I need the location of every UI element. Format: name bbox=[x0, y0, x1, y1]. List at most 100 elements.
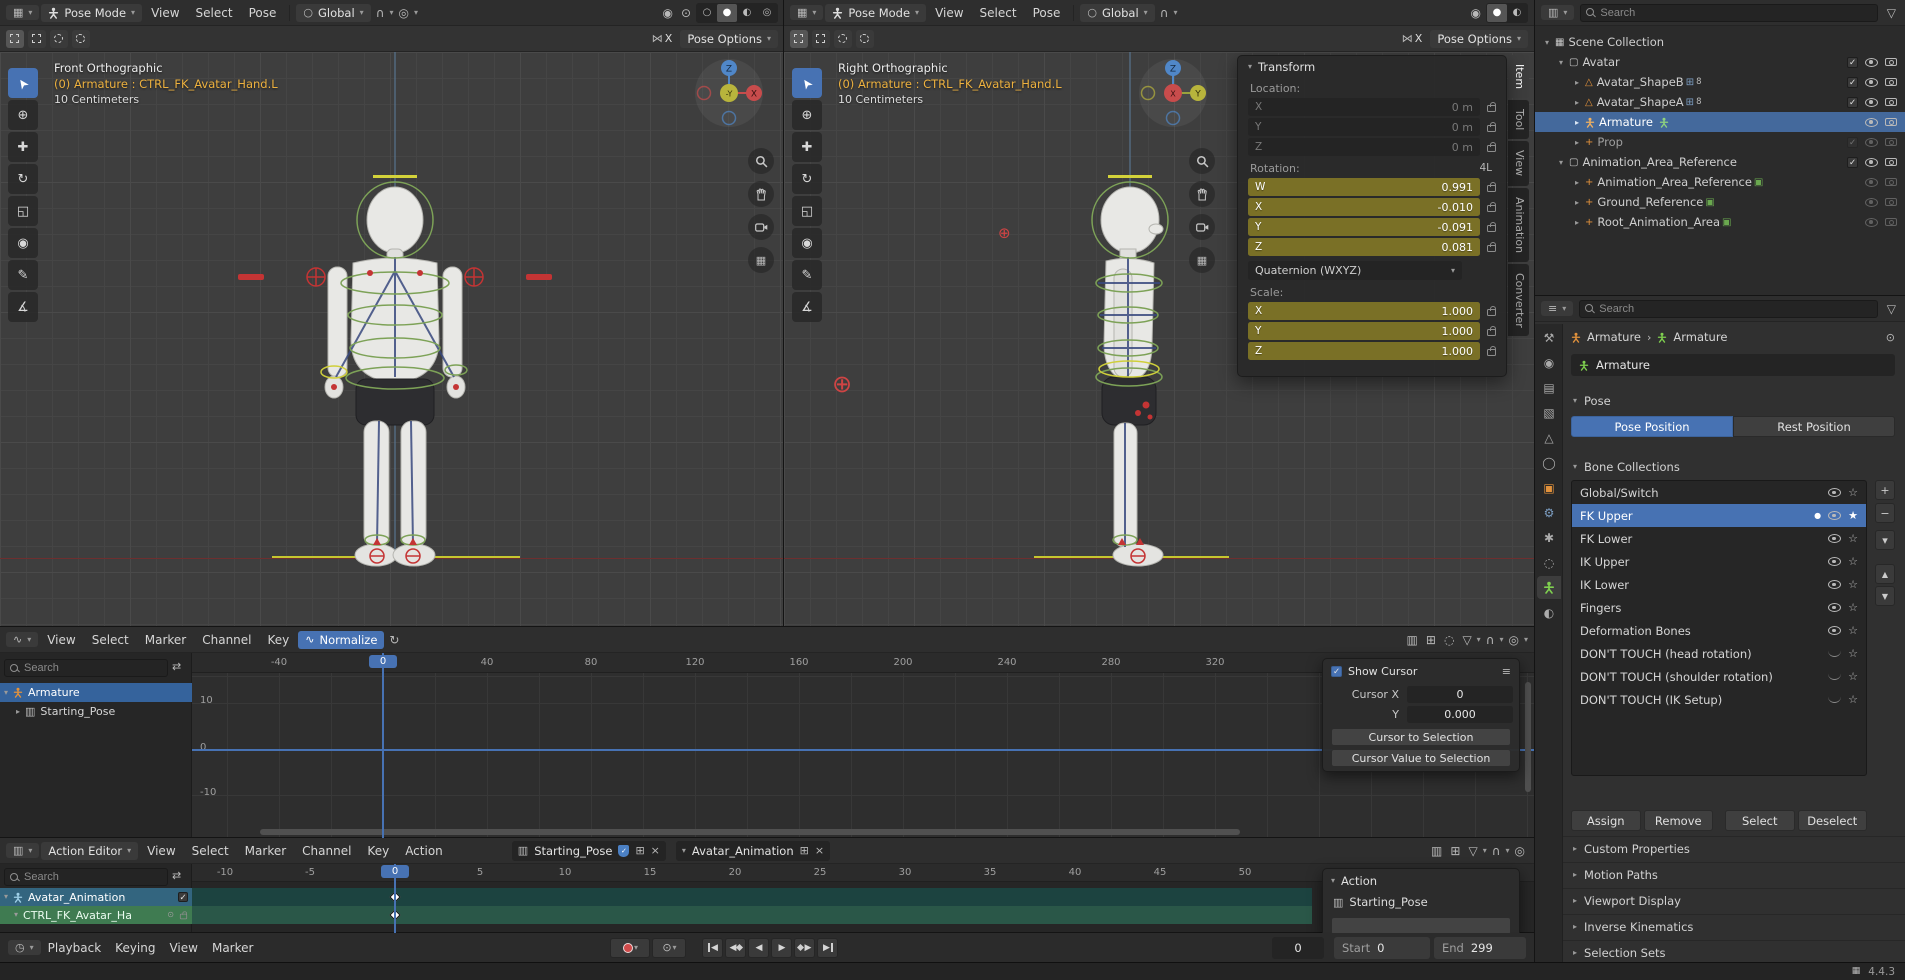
tab-material[interactable]: ◐ bbox=[1537, 601, 1561, 624]
pose-menu[interactable]: Pose bbox=[242, 4, 284, 22]
outliner-row-avatar-shapeb[interactable]: ▸△Avatar_ShapeB ⊞8 ✓ bbox=[1535, 72, 1905, 92]
cursor-to-selection-button[interactable]: Cursor to Selection bbox=[1331, 728, 1511, 746]
tab-object[interactable]: ▣ bbox=[1537, 476, 1561, 499]
render-camera-icon[interactable] bbox=[1885, 218, 1897, 226]
copy-icon[interactable]: ⊞ bbox=[1423, 631, 1439, 649]
channel-avatar-animation[interactable]: ▾ Avatar_Animation ✓ bbox=[0, 888, 192, 906]
tool-cursor[interactable]: ⊕ bbox=[792, 100, 822, 130]
filter-funnel-icon[interactable]: ▽ bbox=[1884, 300, 1899, 318]
tab-scene[interactable]: △ bbox=[1537, 426, 1561, 449]
current-frame-field[interactable]: 0 bbox=[1272, 937, 1324, 959]
unlink-slot-icon[interactable]: × bbox=[815, 845, 824, 856]
selectable-checkbox[interactable]: ✓ bbox=[1847, 97, 1858, 108]
play-button[interactable]: ▶ bbox=[771, 938, 792, 958]
lock-icon[interactable] bbox=[1487, 309, 1496, 316]
outliner-row-root-animation-area[interactable]: ▸+Root_Animation_Area ▣ bbox=[1535, 212, 1905, 232]
lock-icon[interactable] bbox=[1487, 125, 1496, 132]
action-menu[interactable]: Action bbox=[398, 842, 450, 860]
shading-material-icon[interactable]: ◐ bbox=[1507, 4, 1527, 22]
lock-icon[interactable] bbox=[1487, 349, 1496, 356]
action-datablock-selector[interactable]: ▥ Starting_Pose ✓ ⊞ × bbox=[512, 841, 666, 861]
view-menu[interactable]: View bbox=[140, 842, 182, 860]
lock-icon[interactable] bbox=[1487, 205, 1496, 212]
hide-eye-icon[interactable] bbox=[1865, 158, 1878, 167]
snap-dropdown-icon[interactable]: ▾ bbox=[389, 9, 393, 17]
rotation-x-field[interactable]: X-0.010 bbox=[1248, 198, 1480, 216]
rotation-y-field[interactable]: Y-0.091 bbox=[1248, 218, 1480, 236]
channel-ctrl-fk-hand[interactable]: ▾ CTRL_FK_Avatar_Ha ⊙ bbox=[0, 906, 192, 924]
chevron-down-icon[interactable]: ▾ bbox=[1524, 636, 1528, 644]
view-menu[interactable]: View bbox=[162, 939, 204, 957]
tab-modifiers[interactable]: ⚙ bbox=[1537, 501, 1561, 524]
action-panel-clipped-row[interactable] bbox=[1331, 917, 1511, 933]
render-camera-icon[interactable] bbox=[1885, 198, 1897, 206]
duplicate-slot-icon[interactable]: ⊞ bbox=[800, 845, 809, 856]
unlink-action-icon[interactable]: × bbox=[651, 845, 660, 856]
playhead-sync-icon[interactable]: ▥ bbox=[1404, 631, 1421, 649]
frame-start-field[interactable]: Start0 bbox=[1334, 937, 1430, 959]
keying-set-button[interactable]: ⊙▾ bbox=[652, 938, 686, 958]
bone-collection-row[interactable]: DON'T TOUCH (head rotation)☆ bbox=[1572, 642, 1866, 665]
pose-section-header[interactable]: ▾Pose bbox=[1573, 394, 1611, 408]
channel-menu[interactable]: Channel bbox=[195, 631, 258, 649]
remove-button[interactable]: Remove bbox=[1644, 810, 1714, 831]
select-button[interactable]: Select bbox=[1725, 810, 1795, 831]
editor-type-button[interactable]: ◷▾ bbox=[8, 940, 41, 955]
tab-tool[interactable]: ⚒ bbox=[1537, 326, 1561, 349]
pin-icon[interactable]: ⊙ bbox=[167, 911, 174, 919]
key-menu[interactable]: Key bbox=[360, 842, 396, 860]
tool-scale[interactable]: ◱ bbox=[8, 196, 38, 226]
cursor-y-field[interactable]: 0.000 bbox=[1407, 706, 1513, 723]
editor-type-button[interactable]: ▦▾ bbox=[6, 5, 39, 20]
jump-to-end-button[interactable]: ▶ bbox=[817, 938, 838, 958]
tab-animation[interactable]: Animation bbox=[1508, 188, 1529, 262]
editor-type-button[interactable]: ▦▾ bbox=[790, 5, 823, 20]
auto-keying-button[interactable]: ▾ bbox=[610, 938, 650, 958]
character-front[interactable] bbox=[230, 165, 560, 605]
visibility-eye-closed-icon[interactable] bbox=[1828, 696, 1841, 703]
shading-material-icon[interactable]: ◐ bbox=[737, 4, 757, 22]
next-keyframe-button[interactable]: ▶ bbox=[794, 938, 815, 958]
hide-eye-icon[interactable] bbox=[1865, 118, 1878, 127]
hide-eye-icon[interactable] bbox=[1865, 218, 1878, 227]
breadcrumb-data[interactable]: Armature bbox=[1673, 330, 1727, 344]
tool-select-box[interactable]: ➤ bbox=[8, 68, 38, 98]
bone-collections-section-header[interactable]: ▾Bone Collections bbox=[1573, 460, 1680, 474]
bone-collection-row[interactable]: Fingers☆ bbox=[1572, 596, 1866, 619]
render-camera-icon[interactable] bbox=[1885, 138, 1897, 146]
keying-menu[interactable]: Keying bbox=[108, 939, 162, 957]
section-motion-paths[interactable]: ▸Motion Paths bbox=[1573, 868, 1658, 882]
solo-star-icon[interactable]: ★ bbox=[1848, 509, 1858, 522]
graph-playhead[interactable] bbox=[382, 653, 384, 838]
selectable-checkbox[interactable]: ✓ bbox=[1847, 77, 1858, 88]
rest-position-button[interactable]: Rest Position bbox=[1733, 416, 1895, 437]
collection-checkbox[interactable]: ✓ bbox=[1847, 157, 1858, 168]
camera-view-icon[interactable] bbox=[748, 214, 774, 240]
location-x-field[interactable]: X0 m bbox=[1248, 98, 1480, 116]
view-menu[interactable]: View bbox=[928, 4, 970, 22]
viewport-right-canvas[interactable]: ➤ ⊕ ✚ ↻ ◱ ◉ ✎ ∡ Right Orthographic (0) A… bbox=[784, 52, 1534, 627]
tool-scale[interactable]: ◱ bbox=[792, 196, 822, 226]
chevron-down-icon[interactable]: ▾ bbox=[1483, 847, 1487, 855]
select-mode-box[interactable] bbox=[812, 30, 830, 48]
solo-star-icon[interactable]: ☆ bbox=[1848, 670, 1858, 683]
navigation-gizmo[interactable]: Z X -Y bbox=[692, 56, 766, 130]
rotation-mode-dropdown[interactable]: Quaternion (WXYZ)▾ bbox=[1248, 261, 1462, 280]
snap-icon[interactable]: ∩ bbox=[1483, 631, 1498, 649]
cursor-x-field[interactable]: 0 bbox=[1407, 686, 1513, 703]
tab-particles[interactable]: ✱ bbox=[1537, 526, 1561, 549]
select-mode-circle[interactable] bbox=[834, 30, 852, 48]
pin-icon[interactable]: ⊙ bbox=[1886, 332, 1895, 343]
view-menu[interactable]: View bbox=[144, 4, 186, 22]
play-reverse-button[interactable]: ◀ bbox=[748, 938, 769, 958]
scale-z-field[interactable]: Z1.000 bbox=[1248, 342, 1480, 360]
marker-menu[interactable]: Marker bbox=[238, 842, 293, 860]
transform-panel-header[interactable]: ▾Transform bbox=[1238, 56, 1506, 78]
cursor-value-to-selection-button[interactable]: Cursor Value to Selection bbox=[1331, 749, 1511, 767]
pan-hand-icon[interactable] bbox=[748, 181, 774, 207]
viewport-front-canvas[interactable]: ➤ ⊕ ✚ ↻ ◱ ◉ ✎ ∡ Front Orthographic (0) A… bbox=[0, 52, 784, 627]
proportional-dropdown-icon[interactable]: ▾ bbox=[414, 9, 418, 17]
render-camera-icon[interactable] bbox=[1885, 178, 1897, 186]
tool-annotate[interactable]: ✎ bbox=[792, 260, 822, 290]
browse-action-icon[interactable]: ▥ bbox=[518, 845, 528, 856]
